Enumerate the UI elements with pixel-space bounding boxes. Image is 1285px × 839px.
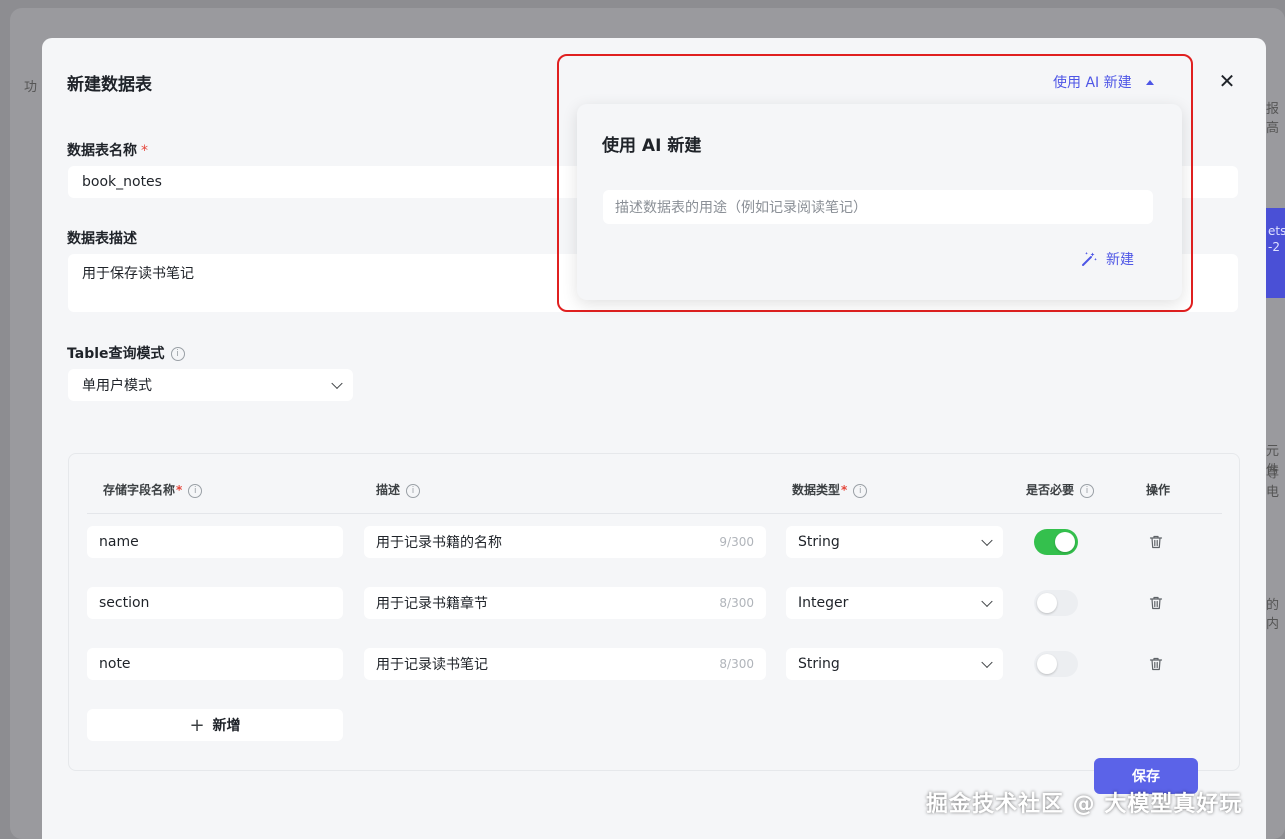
field-desc-input[interactable]: 用于记录书籍章节 8/300 <box>364 587 766 619</box>
ai-create-toggle[interactable]: 使用 AI 新建 <box>1053 72 1154 92</box>
watermark: 掘金技术社区 @ 大模型真好玩 <box>926 792 1243 817</box>
background-text: 尊电 <box>1266 466 1280 500</box>
table-name-label: 数据表名称 * <box>67 143 148 159</box>
plus-icon: + <box>189 714 205 736</box>
background-text: 的内 <box>1266 598 1280 632</box>
header-description: 描述 i <box>376 481 421 498</box>
background-text: ets <box>1268 224 1285 238</box>
info-icon[interactable]: i <box>853 483 868 498</box>
header-data-type: 数据类型* i <box>792 481 868 498</box>
ai-create-button[interactable]: 新建 <box>1080 249 1134 269</box>
add-field-button[interactable]: + 新增 <box>87 709 343 741</box>
trash-icon[interactable] <box>1148 595 1164 611</box>
char-counter: 8/300 <box>719 657 754 671</box>
background-text: -2 <box>1268 240 1280 254</box>
header-divider <box>87 513 1222 514</box>
field-name-input[interactable]: name <box>87 526 343 558</box>
info-icon[interactable]: i <box>1080 483 1095 498</box>
char-counter: 9/300 <box>719 535 754 549</box>
chevron-down-icon <box>981 656 993 669</box>
header-required: 是否必要 i <box>1026 481 1095 498</box>
table-desc-label: 数据表描述 <box>67 231 137 247</box>
ai-create-panel: 使用 AI 新建 描述数据表的用途（例如记录阅读笔记） 新建 <box>577 104 1182 300</box>
header-actions: 操作 <box>1146 483 1171 497</box>
query-mode-select[interactable]: 单用户模式 <box>68 369 353 401</box>
trash-icon[interactable] <box>1148 656 1164 672</box>
char-counter: 8/300 <box>719 596 754 610</box>
header-field-name: 存储字段名称* i <box>103 481 203 498</box>
close-icon[interactable]: ✕ <box>1216 70 1238 92</box>
field-desc-input[interactable]: 用于记录读书笔记 8/300 <box>364 648 766 680</box>
field-type-select[interactable]: String <box>786 526 1003 558</box>
background-text: 报高 <box>1266 102 1280 136</box>
field-name-input[interactable]: note <box>87 648 343 680</box>
info-icon[interactable]: i <box>188 483 203 498</box>
required-toggle[interactable] <box>1034 590 1078 616</box>
query-mode-label: Table查询模式 i <box>67 343 185 363</box>
background-text: 功 <box>24 80 38 95</box>
ai-panel-title: 使用 AI 新建 <box>602 136 702 156</box>
field-desc-input[interactable]: 用于记录书籍的名称 9/300 <box>364 526 766 558</box>
caret-up-icon <box>1145 79 1154 85</box>
modal-title: 新建数据表 <box>67 75 152 95</box>
ai-description-input[interactable]: 描述数据表的用途（例如记录阅读笔记） <box>603 190 1153 224</box>
chevron-down-icon <box>981 534 993 547</box>
field-type-select[interactable]: String <box>786 648 1003 680</box>
fields-table: 存储字段名称* i 描述 i 数据类型* i 是否必要 i 操作 name 用于记录书籍… <box>68 453 1240 771</box>
magic-wand-icon <box>1082 252 1097 266</box>
info-icon[interactable]: i <box>406 483 421 498</box>
chevron-down-icon <box>331 377 343 390</box>
required-toggle[interactable] <box>1034 529 1078 555</box>
field-type-select[interactable]: Integer <box>786 587 1003 619</box>
info-icon[interactable]: i <box>170 347 185 361</box>
trash-icon[interactable] <box>1148 534 1164 550</box>
field-name-input[interactable]: section <box>87 587 343 619</box>
required-mark: * <box>141 143 148 159</box>
chevron-down-icon <box>981 595 993 608</box>
required-toggle[interactable] <box>1034 651 1078 677</box>
background-blue-block: ets -2 <box>1266 208 1285 298</box>
